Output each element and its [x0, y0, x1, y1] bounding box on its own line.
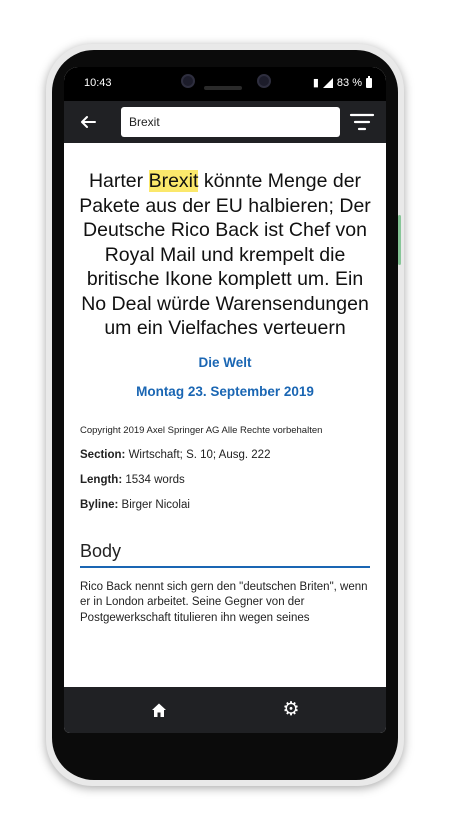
status-icons: ▮ 83 %: [312, 75, 372, 89]
app-screen: 10:43 ▮ 83 % Harter Brexit könnte Menge …: [64, 67, 386, 733]
title-prefix: Harter: [88, 170, 149, 192]
length-value: 1534 words: [122, 473, 185, 486]
section-value: Wirtschaft; S. 10; Ausg. 222: [125, 448, 271, 461]
front-camera-icon: [181, 74, 195, 88]
front-sensor-icon: [257, 74, 271, 88]
gear-icon: ⚙: [282, 699, 300, 720]
home-button[interactable]: [149, 700, 169, 720]
bottom-navigation: ⚙: [64, 687, 386, 733]
article-length: Length: 1534 words: [80, 474, 370, 486]
vibrate-icon: ▮: [312, 77, 319, 89]
byline-label: Byline:: [80, 498, 119, 511]
battery-icon: [366, 75, 372, 88]
arrow-left-icon: [81, 116, 96, 128]
title-rest: könnte Menge der Pakete aus der EU halbi…: [79, 170, 371, 339]
signal-icon: [322, 77, 333, 88]
earpiece-speaker: [204, 86, 242, 90]
search-input[interactable]: [121, 107, 340, 137]
article-copyright: Copyright 2019 Axel Springer AG Alle Rec…: [80, 424, 323, 436]
device-side-button: [398, 215, 401, 265]
article-byline: Byline: Birger Nicolai: [80, 499, 370, 511]
length-label: Length:: [80, 473, 123, 486]
status-time: 10:43: [84, 77, 112, 89]
section-label: Section:: [80, 448, 126, 461]
status-bar: 10:43 ▮ 83 %: [64, 67, 386, 101]
article-view: Harter Brexit könnte Menge der Pakete au…: [64, 143, 386, 687]
body-text: Rico Back nennt sich gern den "deutschen…: [80, 580, 368, 624]
battery-percent: 83 %: [336, 76, 362, 89]
settings-button[interactable]: ⚙: [280, 699, 302, 721]
back-button[interactable]: [76, 110, 100, 134]
filter-button[interactable]: [349, 110, 375, 134]
article-title: Harter Brexit könnte Menge der Pakete au…: [76, 169, 374, 341]
article-section: Section: Wirtschaft; S. 10; Ausg. 222: [80, 449, 370, 461]
filter-icon: [349, 113, 375, 131]
body-heading: Body: [80, 541, 370, 568]
article-date: Montag 23. September 2019: [136, 383, 314, 399]
home-icon: [152, 703, 166, 717]
search-highlight: Brexit: [148, 170, 199, 192]
app-bar: [64, 101, 386, 143]
byline-value: Birger Nicolai: [118, 498, 190, 511]
article-source-link[interactable]: Die Welt: [64, 355, 386, 370]
